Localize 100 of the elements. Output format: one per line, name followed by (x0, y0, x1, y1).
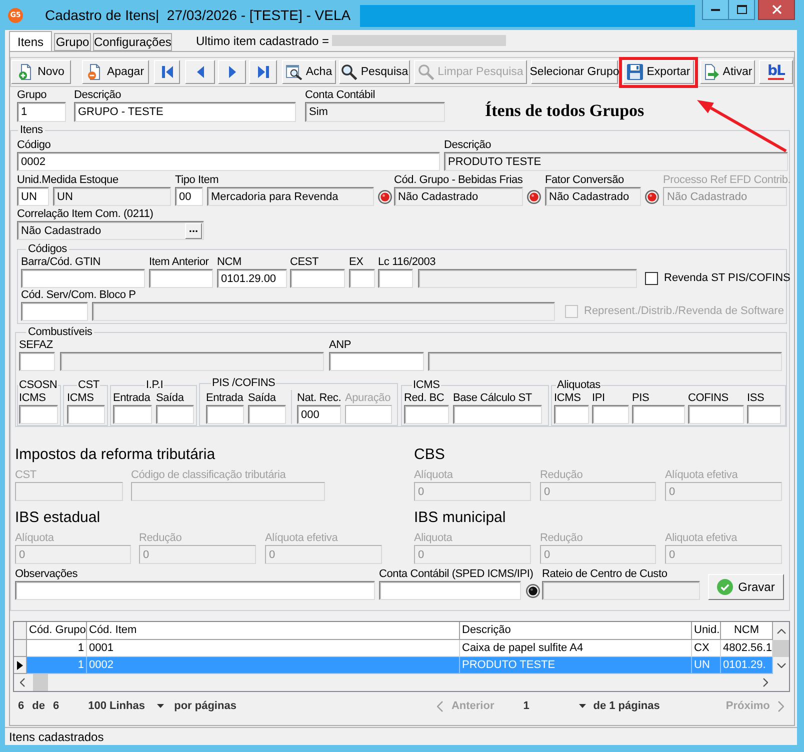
text-field[interactable] (60, 352, 324, 371)
toolbar-button[interactable] (249, 60, 277, 84)
text-field[interactable] (67, 405, 105, 424)
text-field[interactable]: UN (17, 187, 49, 206)
text-field[interactable] (19, 405, 58, 424)
text-field[interactable] (404, 405, 449, 424)
tab[interactable]: Grupo (54, 33, 91, 51)
text-field[interactable]: 00 (175, 187, 203, 206)
checkbox[interactable] (645, 272, 658, 285)
text-field[interactable] (206, 405, 244, 424)
page-select[interactable]: 1 (523, 698, 586, 714)
record-of-label: de (32, 699, 45, 713)
section-heading: Impostos da reforma tributária (15, 446, 216, 464)
text-field[interactable] (688, 405, 744, 424)
text-field[interactable] (113, 405, 152, 424)
text-field[interactable]: 0002 (17, 152, 440, 171)
caret-down-icon (579, 704, 586, 708)
text-field[interactable] (379, 581, 521, 600)
section-heading: IBS estadual (15, 509, 100, 527)
field-label: Aliquota (414, 532, 452, 545)
chevron-left-icon[interactable] (20, 678, 24, 687)
row-header-cell (14, 622, 27, 640)
scrollbar-thumb[interactable] (773, 640, 789, 657)
text-field[interactable] (747, 405, 781, 424)
field-label: Grupo (17, 89, 47, 102)
field-label: Conta Contábil (305, 89, 375, 102)
text-field[interactable]: 0101.29.00 (217, 269, 287, 288)
text-field[interactable]: Sim (305, 102, 445, 122)
first-icon (162, 66, 172, 78)
text-field[interactable] (92, 302, 555, 321)
toolbar-button[interactable] (185, 60, 215, 84)
group-title: I.P.I (145, 379, 164, 392)
chevron-right-icon (778, 700, 784, 712)
field-label: Processo Ref EFD Contrib. (663, 174, 791, 187)
group-title: CST (77, 379, 100, 392)
text-field[interactable] (21, 302, 88, 321)
field-label: IPI (592, 392, 605, 405)
round-button-icon[interactable] (526, 584, 540, 598)
chevron-up-icon[interactable] (776, 628, 786, 634)
text-field[interactable] (592, 405, 629, 424)
toolbar-button[interactable]: Novo (11, 60, 71, 84)
text-field[interactable]: Mercadoria para Revenda (207, 187, 374, 206)
toolbar-button[interactable]: Pesquisa (339, 60, 410, 84)
text-field[interactable] (349, 269, 375, 288)
toolbar-button[interactable] (154, 60, 180, 84)
close-button[interactable] (758, 0, 795, 20)
toolbar-button[interactable]: Acha (282, 60, 336, 84)
minimize-button[interactable] (702, 0, 729, 20)
text-field[interactable] (632, 405, 685, 424)
scrollbar-thumb[interactable] (33, 674, 48, 691)
chevron-down-icon[interactable] (776, 663, 786, 668)
ellipsis-button[interactable]: ... (185, 222, 202, 238)
group-title: Itens (19, 124, 44, 137)
status-text: Itens cadastrados (9, 730, 104, 744)
toolbar-button[interactable]: Exportar (623, 60, 694, 84)
text-field[interactable] (21, 269, 145, 288)
field-label: EX (349, 256, 364, 269)
text-field[interactable] (248, 405, 286, 424)
text-field[interactable]: Não Cadastrado (394, 187, 523, 206)
group-title: CSOSN (18, 379, 58, 392)
table-row[interactable]: 1 0001 Caixa de papel sulfite A4 CX 4802.56.1 (14, 640, 773, 657)
vertical-scrollbar[interactable] (773, 622, 789, 674)
toolbar-button[interactable]: Selecionar Grupo (531, 60, 618, 84)
field-label: CST (15, 469, 36, 482)
maximize-button[interactable] (728, 0, 755, 20)
text-field[interactable]: Não Cadastrado (545, 187, 641, 206)
text-field[interactable] (19, 352, 55, 371)
text-field[interactable] (554, 405, 589, 424)
next-icon (228, 66, 236, 78)
row-pointer-icon (17, 660, 23, 670)
toolbar-button[interactable]: Apagar (82, 60, 149, 84)
text-field[interactable] (149, 269, 213, 288)
toolbar-button[interactable] (218, 60, 246, 84)
text-field[interactable]: 1 (17, 102, 66, 122)
text-field[interactable] (329, 352, 424, 371)
toolbar-button[interactable]: Ativar (700, 60, 755, 84)
text-field[interactable] (428, 352, 782, 371)
text-field[interactable] (418, 269, 637, 288)
text-field[interactable] (542, 581, 700, 600)
page-size-select[interactable]: 100 Linhas (88, 698, 164, 714)
text-field[interactable] (378, 269, 413, 288)
text-field[interactable]: Não Cadastrado ... (17, 221, 204, 240)
tab[interactable]: Itens (9, 31, 52, 51)
text-field[interactable]: PRODUTO TESTE (444, 152, 788, 171)
text-field[interactable] (156, 405, 194, 424)
text-field[interactable]: GRUPO - TESTE (74, 102, 296, 122)
close-icon (772, 5, 782, 14)
logo-button[interactable]: bL (759, 60, 793, 84)
horizontal-scrollbar[interactable] (14, 674, 773, 691)
field-label: SEFAZ (19, 339, 53, 352)
text-field[interactable] (453, 405, 542, 424)
text-field[interactable]: UN (53, 187, 171, 206)
text-field[interactable] (15, 581, 375, 600)
field-label: Entrada (206, 392, 244, 405)
chevron-right-icon[interactable] (762, 678, 768, 687)
text-field[interactable]: 000 (297, 405, 341, 424)
field-label: Nat. Rec. (297, 392, 342, 405)
save-button[interactable]: Gravar (708, 574, 784, 600)
text-field[interactable] (290, 269, 345, 288)
tab[interactable]: Configurações (93, 33, 172, 51)
